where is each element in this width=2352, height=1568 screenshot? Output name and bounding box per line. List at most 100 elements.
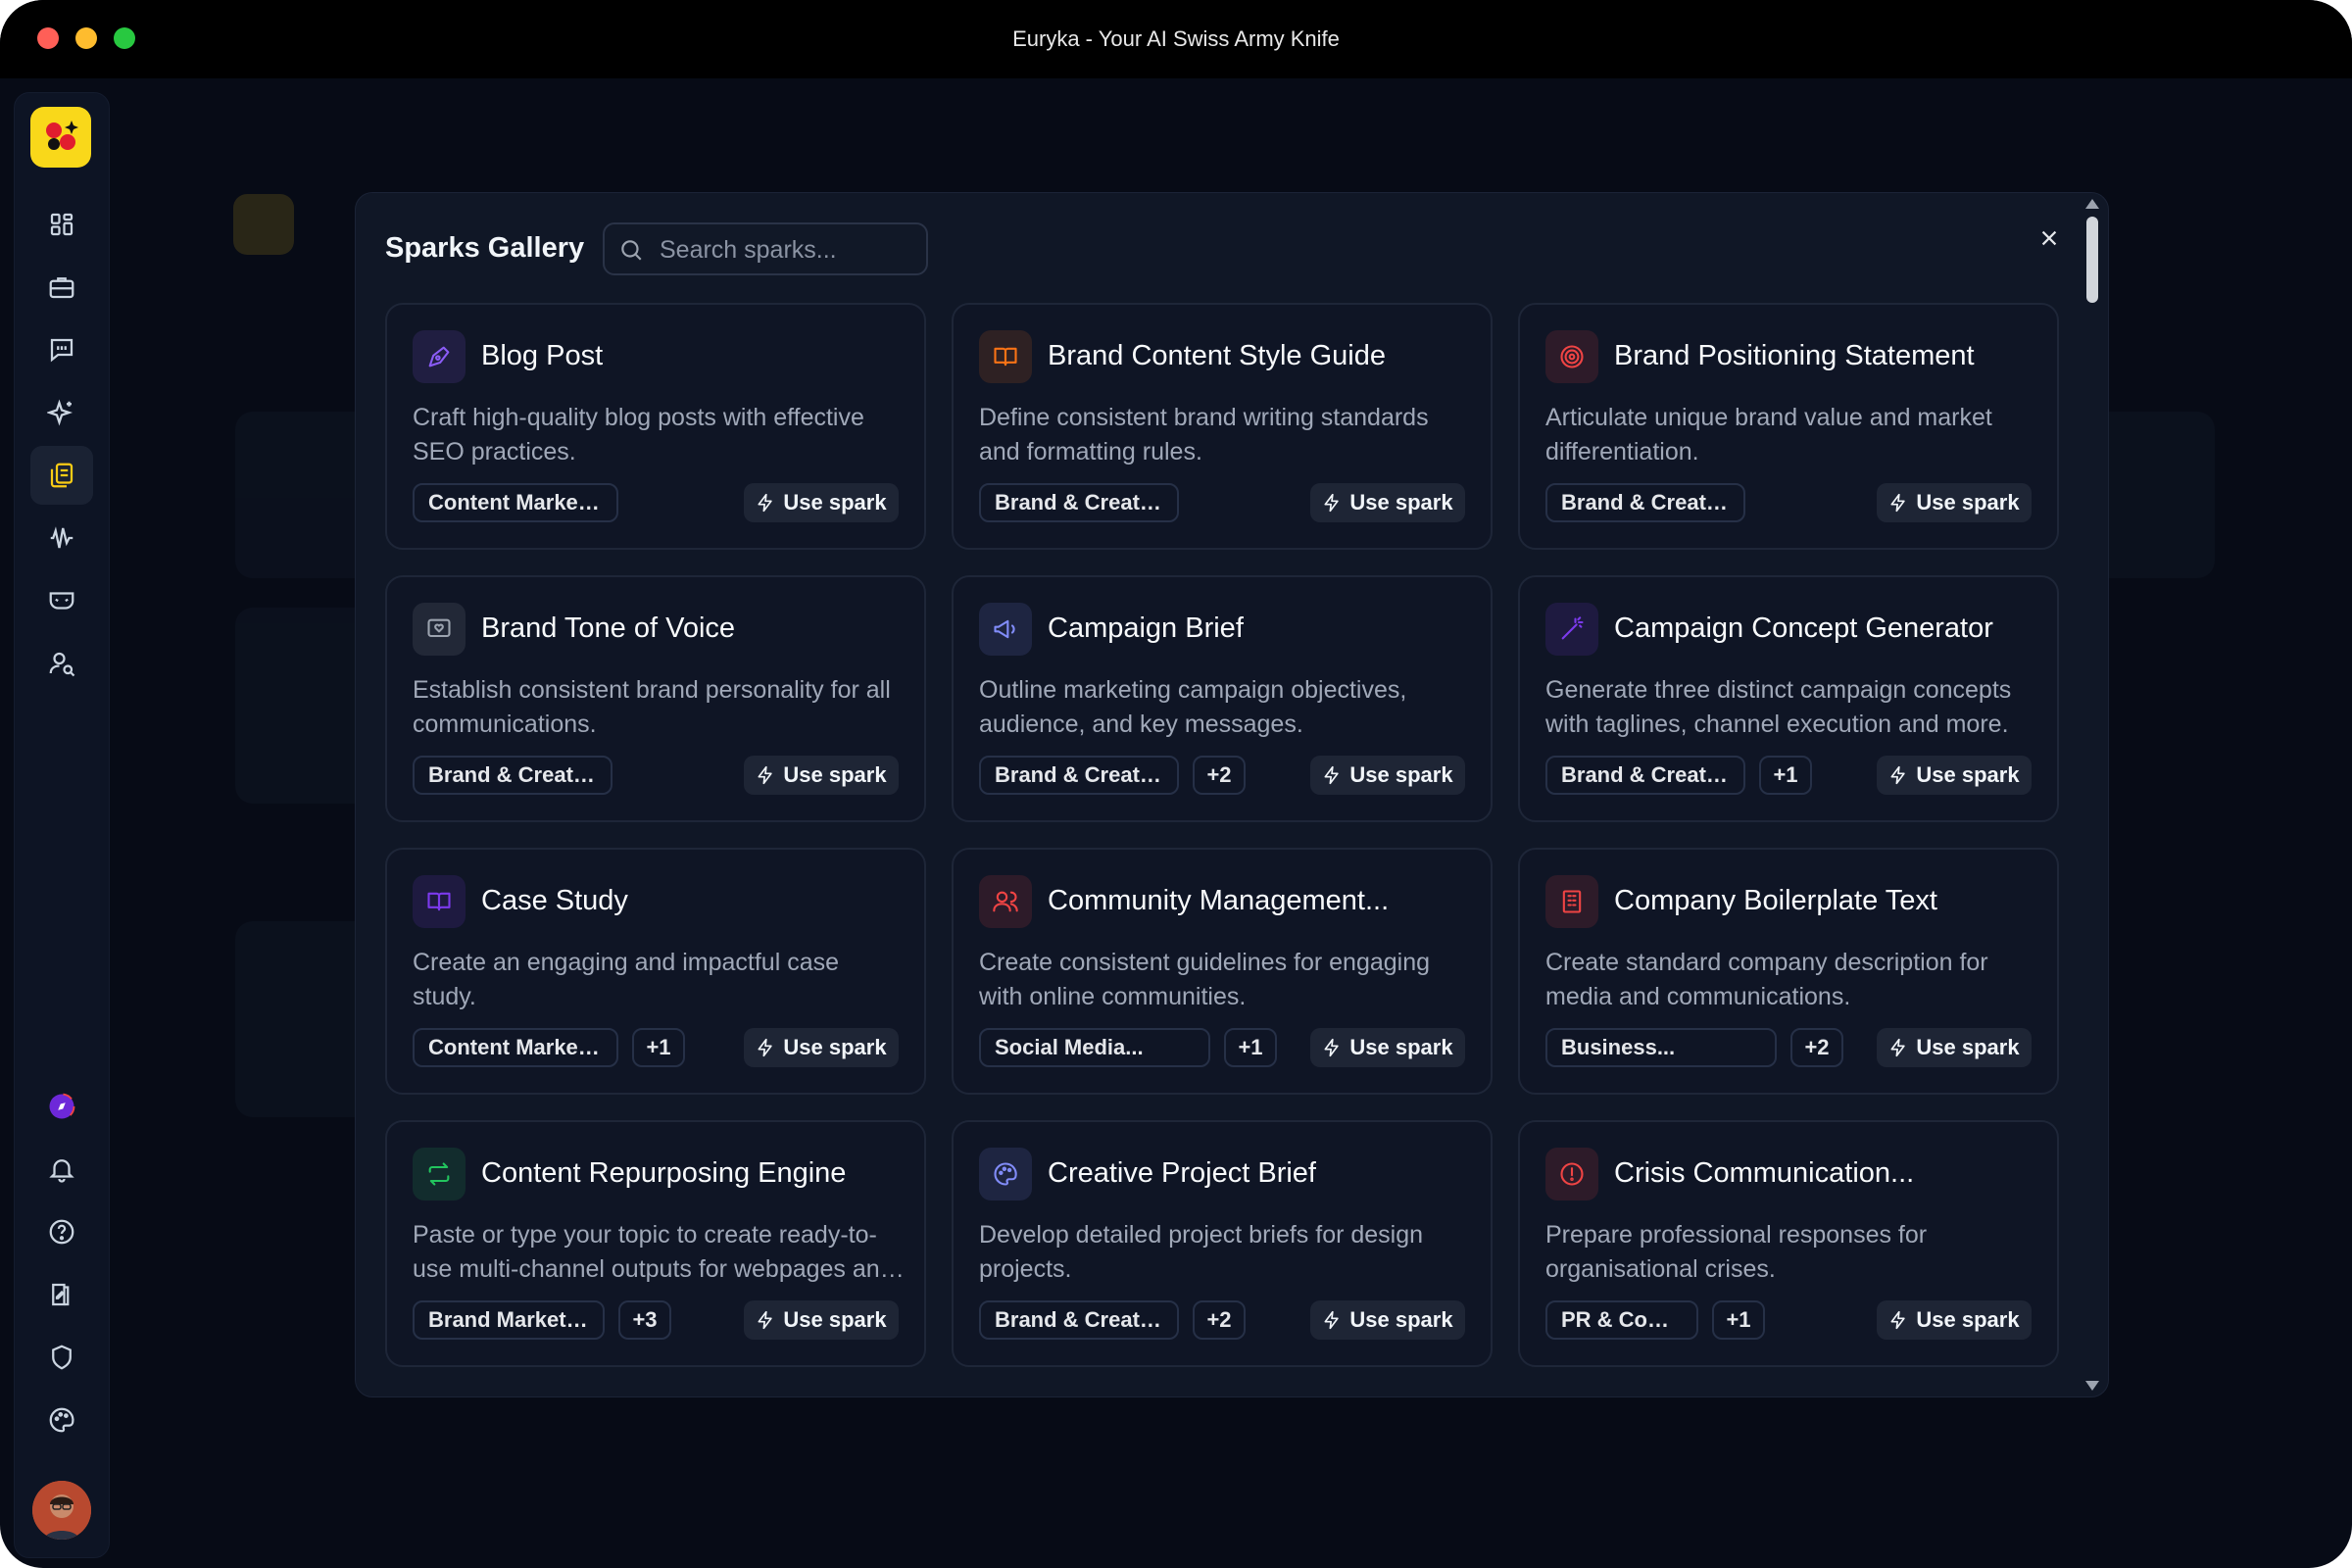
nav-personas[interactable] [30, 571, 93, 630]
repeat-icon [428, 1162, 450, 1186]
more-tags-badge[interactable]: +2 [1193, 756, 1246, 795]
spark-card[interactable]: Campaign Brief Outline marketing campaign… [952, 575, 1493, 822]
spark-card[interactable]: Brand Tone of Voice Establish consistent … [385, 575, 926, 822]
spark-description: Create an engaging and impactful case st… [413, 949, 840, 1010]
nav-audience[interactable] [30, 634, 93, 693]
spark-icon-box [979, 330, 1032, 383]
spark-title: Campaign Brief [1048, 612, 1244, 644]
nav-audio[interactable] [30, 509, 93, 567]
use-spark-button[interactable]: Use spark [1877, 483, 2032, 522]
use-spark-button[interactable]: Use spark [1877, 1300, 2032, 1340]
nav-dashboard[interactable] [30, 195, 93, 254]
pen-tool-icon [428, 346, 450, 368]
use-spark-button[interactable]: Use spark [744, 1028, 899, 1067]
lightning-icon [758, 493, 773, 513]
avatar[interactable] [32, 1481, 91, 1540]
building-icon [1562, 890, 1582, 913]
search-box[interactable] [603, 222, 928, 275]
spark-card[interactable]: Community Management... Create consistent… [952, 848, 1493, 1095]
nav-theme[interactable] [30, 1391, 93, 1449]
spark-description: Establish consistent brand personality f… [413, 676, 891, 738]
use-spark-button[interactable]: Use spark [1877, 1028, 2032, 1067]
scrollbar[interactable] [2082, 197, 2102, 1393]
nav-chat[interactable] [30, 320, 93, 379]
spark-description: Generate three distinct campaign concept… [1545, 676, 2012, 738]
nav-briefcase[interactable] [30, 258, 93, 317]
category-tag[interactable]: Brand & Creative [1545, 756, 1745, 795]
spark-icon-box [979, 875, 1032, 928]
category-tag[interactable]: Content Marketing [413, 483, 618, 522]
maximize-window-button[interactable] [114, 27, 135, 49]
spark-card[interactable]: Crisis Communication... Prepare professio… [1518, 1120, 2059, 1367]
grid-icon [50, 213, 74, 236]
use-spark-button[interactable]: Use spark [744, 756, 899, 795]
category-tag[interactable]: PR & Comms [1545, 1300, 1698, 1340]
spark-card[interactable]: Case Study Create an engaging and impactf… [385, 848, 926, 1095]
spark-card[interactable]: Brand Positioning Statement Articulate un… [1518, 303, 2059, 550]
nav-sparks[interactable] [30, 383, 93, 442]
nav-help[interactable] [30, 1202, 93, 1261]
use-spark-button[interactable]: Use spark [744, 483, 899, 522]
scroll-up-arrow[interactable] [2085, 199, 2099, 209]
nav-library[interactable] [30, 446, 93, 505]
more-tags-badge[interactable]: +1 [1712, 1300, 1765, 1340]
nav-security[interactable] [30, 1328, 93, 1387]
use-spark-label: Use spark [1349, 490, 1453, 514]
category-tag[interactable]: Social Media... [979, 1028, 1210, 1067]
minimize-window-button[interactable] [75, 27, 97, 49]
category-tag[interactable]: Brand & Creative [413, 756, 612, 795]
use-spark-label: Use spark [1916, 1035, 2020, 1059]
use-spark-button[interactable]: Use spark [744, 1300, 899, 1340]
nav-guides[interactable] [30, 1265, 93, 1324]
lightning-icon [1324, 765, 1340, 785]
spark-card[interactable]: Company Boilerplate Text Create standard … [1518, 848, 2059, 1095]
spark-card[interactable]: Campaign Concept Generator Generate three… [1518, 575, 2059, 822]
spark-title: Case Study [481, 885, 628, 916]
spark-card[interactable]: Blog Post Craft high-quality blog posts w… [385, 303, 926, 550]
category-tag[interactable]: Brand & Creative [979, 1300, 1179, 1340]
spark-card[interactable]: Brand Content Style Guide Define consiste… [952, 303, 1493, 550]
search-input[interactable] [658, 232, 916, 268]
close-button[interactable] [2030, 219, 2069, 258]
magic-wand-icon [1561, 616, 1584, 640]
use-spark-button[interactable]: Use spark [1310, 483, 1465, 522]
chat-icon [50, 338, 74, 363]
spark-icon-box [979, 603, 1032, 656]
more-tags-badge[interactable]: +2 [1790, 1028, 1843, 1067]
compass-icon [48, 1093, 75, 1120]
spark-description: Create consistent guidelines for engagin… [979, 949, 1431, 1010]
spark-icon-box [1545, 603, 1598, 656]
scroll-thumb[interactable] [2086, 217, 2098, 303]
more-tags-badge[interactable]: +1 [1759, 756, 1812, 795]
app-logo[interactable] [30, 107, 91, 168]
spark-title: Community Management... [1048, 885, 1390, 916]
more-tags-badge[interactable]: +1 [1224, 1028, 1277, 1067]
use-spark-button[interactable]: Use spark [1877, 756, 2032, 795]
category-tag[interactable]: Brand & Creative [1545, 483, 1745, 522]
close-window-button[interactable] [37, 27, 59, 49]
bell-icon [49, 1159, 74, 1183]
category-tag[interactable]: Brand & Creative [979, 483, 1179, 522]
category-tag[interactable]: Content Marketing [413, 1028, 618, 1067]
use-spark-button[interactable]: Use spark [1310, 1028, 1465, 1067]
use-spark-button[interactable]: Use spark [1310, 1300, 1465, 1340]
spark-title: Campaign Concept Generator [1614, 612, 1993, 644]
nav-explore[interactable] [30, 1077, 93, 1136]
palette-icon [49, 1407, 74, 1433]
use-spark-label: Use spark [1349, 762, 1453, 787]
nav-notifications[interactable] [30, 1140, 93, 1199]
category-tag[interactable]: Business... [1545, 1028, 1777, 1067]
scroll-down-arrow[interactable] [2085, 1381, 2099, 1391]
lightning-icon [1890, 1038, 1906, 1057]
category-tag[interactable]: Brand & Creative [979, 756, 1179, 795]
spark-description: Outline marketing campaign objectives, a… [979, 676, 1407, 738]
more-tags-badge[interactable]: +3 [618, 1300, 671, 1340]
spark-icon-box [1545, 875, 1598, 928]
spark-card[interactable]: Creative Project Brief Develop detailed p… [952, 1120, 1493, 1367]
spark-title: Brand Content Style Guide [1048, 340, 1386, 371]
more-tags-badge[interactable]: +2 [1193, 1300, 1246, 1340]
more-tags-badge[interactable]: +1 [632, 1028, 685, 1067]
spark-card[interactable]: Content Repurposing Engine Paste or type … [385, 1120, 926, 1367]
category-tag[interactable]: Brand Marketing [413, 1300, 605, 1340]
use-spark-button[interactable]: Use spark [1310, 756, 1465, 795]
